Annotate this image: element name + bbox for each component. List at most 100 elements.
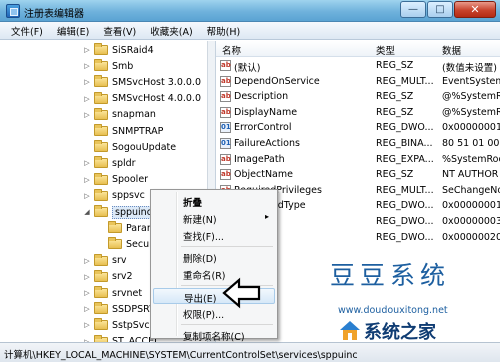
tree-item[interactable]: ▷ ST_ACCEL bbox=[82, 334, 159, 342]
expand-arrow-icon[interactable]: ▷ bbox=[82, 305, 92, 313]
value-data: (数值未设置) bbox=[442, 63, 497, 74]
value-data: SeChangeNo bbox=[442, 184, 500, 196]
value-row[interactable]: ab ImagePath REG_EXPA... %SystemRoo bbox=[216, 152, 500, 168]
window-controls: — □ ✕ bbox=[399, 1, 496, 18]
value-row[interactable]: ab DependOnService REG_MULT... EventSystem bbox=[216, 74, 500, 90]
tree-item[interactable]: ▷ SstpSvc bbox=[82, 317, 150, 333]
expand-arrow-icon[interactable]: ◢ bbox=[82, 208, 92, 216]
folder-icon bbox=[94, 172, 108, 185]
column-name[interactable]: 名称 bbox=[222, 43, 241, 57]
watermark-title: 豆豆系统 bbox=[330, 261, 451, 290]
tree-item[interactable]: ▷ srvnet bbox=[82, 285, 142, 301]
title-bar: 注册表编辑器 — □ ✕ bbox=[0, 0, 500, 22]
value-name: Description bbox=[234, 91, 289, 103]
tree-item[interactable]: ▷ sppsvc bbox=[82, 188, 145, 204]
tree-item[interactable]: SNMPTRAP bbox=[82, 123, 163, 139]
value-type: REG_SZ bbox=[376, 91, 414, 103]
context-menu-label: 新建(N) bbox=[183, 215, 217, 226]
folder-icon bbox=[108, 221, 122, 234]
value-row[interactable]: 01 ErrorControl REG_DWO... 0x00000001 bbox=[216, 120, 500, 136]
expand-arrow-icon[interactable]: ▷ bbox=[82, 176, 92, 184]
value-row[interactable]: abDisplayName REG_SZ @%SystemRo bbox=[216, 105, 500, 121]
close-button[interactable]: ✕ bbox=[454, 1, 496, 18]
status-bar: 计算机\HKEY_LOCAL_MACHINE\SYSTEM\CurrentCon… bbox=[0, 342, 500, 362]
tree-item-label: SNMPTRAP bbox=[112, 125, 164, 137]
value-type: REG_BINA... bbox=[376, 138, 433, 149]
expand-arrow-icon[interactable]: ▷ bbox=[82, 159, 92, 167]
value-row[interactable]: ab ObjectName REG_SZ NT AUTHOR bbox=[216, 167, 500, 183]
tree-item[interactable]: ▷ SMSvcHost 4.0.0.0 bbox=[82, 91, 201, 107]
folder-icon bbox=[94, 253, 108, 266]
maximize-icon: □ bbox=[435, 4, 445, 15]
folder-icon bbox=[94, 188, 108, 201]
expand-arrow-icon[interactable]: ▷ bbox=[82, 46, 92, 54]
folder-icon bbox=[94, 156, 108, 169]
value-row[interactable]: abDescription REG_SZ @%SystemRoo bbox=[216, 89, 500, 105]
expand-arrow-icon[interactable]: ▷ bbox=[82, 78, 92, 86]
context-menu-label: 导出(E) bbox=[184, 294, 217, 305]
tree-item-label: SogouUpdate bbox=[112, 141, 177, 153]
tree-item[interactable]: ▷ srv bbox=[82, 253, 126, 269]
context-menu-item[interactable]: 查找(F)... bbox=[153, 227, 275, 243]
value-row[interactable]: ab (默认) REG_SZ (数值未设置) bbox=[216, 58, 500, 74]
binary-value-icon: 01 bbox=[220, 122, 231, 134]
tree-item[interactable]: ▷ snapman bbox=[82, 107, 156, 123]
value-data: EventSystem bbox=[442, 75, 500, 87]
menu-view[interactable]: 查看(V) bbox=[96, 24, 143, 38]
menu-favorites[interactable]: 收藏夹(A) bbox=[143, 24, 199, 38]
maximize-button[interactable]: □ bbox=[427, 1, 453, 18]
tree-item[interactable]: ▷ Spooler bbox=[82, 172, 148, 188]
status-path: 计算机\HKEY_LOCAL_MACHINE\SYSTEM\CurrentCon… bbox=[4, 350, 358, 361]
string-value-icon: ab bbox=[220, 60, 231, 71]
tree-item[interactable]: ▷ Smb bbox=[82, 58, 133, 74]
expand-arrow-icon[interactable]: ▷ bbox=[82, 192, 92, 200]
menu-separator bbox=[181, 324, 273, 325]
tree-item-label: srv bbox=[112, 255, 127, 267]
value-type: REG_DWO... bbox=[376, 200, 434, 212]
watermark-brand: 系统之家 bbox=[364, 322, 436, 343]
value-name: ObjectName bbox=[234, 169, 293, 181]
value-type: REG_DWO... bbox=[376, 122, 434, 134]
tree-item[interactable]: SogouUpdate bbox=[82, 139, 176, 155]
value-type: REG_DWO... bbox=[376, 216, 434, 227]
column-type[interactable]: 类型 bbox=[376, 43, 395, 57]
folder-icon bbox=[94, 59, 108, 72]
value-data: @%SystemRo bbox=[442, 106, 500, 118]
expand-arrow-icon[interactable]: ▷ bbox=[82, 257, 92, 265]
expand-arrow-icon[interactable]: ▷ bbox=[82, 95, 92, 103]
minimize-button[interactable]: — bbox=[400, 1, 426, 18]
folder-icon bbox=[94, 140, 108, 153]
tree-item[interactable]: ▷ SMSvcHost 3.0.0.0 bbox=[82, 74, 201, 90]
value-name: (默认) bbox=[234, 63, 261, 74]
expand-arrow-icon[interactable]: ▷ bbox=[82, 273, 92, 281]
context-menu-item[interactable]: 复制项名称(C) bbox=[153, 327, 275, 343]
tree-item[interactable]: ▷ srv2 bbox=[82, 269, 133, 285]
menu-edit[interactable]: 编辑(E) bbox=[50, 24, 96, 38]
menu-file[interactable]: 文件(F) bbox=[4, 24, 50, 38]
context-menu-item[interactable]: 折叠 bbox=[153, 193, 275, 209]
string-value-icon: ab bbox=[220, 153, 231, 165]
context-menu-item[interactable]: 删除(D) bbox=[153, 249, 275, 265]
column-data[interactable]: 数据 bbox=[442, 43, 461, 57]
value-row[interactable]: 01 FailureActions REG_BINA... 80 51 01 00 bbox=[216, 136, 500, 152]
tree-item-label: Spooler bbox=[112, 174, 149, 186]
folder-icon bbox=[94, 107, 108, 120]
value-type: REG_SZ bbox=[376, 106, 414, 118]
minimize-icon: — bbox=[408, 4, 418, 15]
tree-item-label: spldr bbox=[112, 157, 136, 169]
expand-arrow-icon[interactable]: ▷ bbox=[82, 62, 92, 70]
expand-arrow-icon[interactable]: ▷ bbox=[82, 289, 92, 297]
tree-item-label: srvnet bbox=[112, 287, 143, 299]
menu-bar: 文件(F) 编辑(E) 查看(V) 收藏夹(A) 帮助(H) bbox=[0, 22, 500, 40]
menu-help[interactable]: 帮助(H) bbox=[200, 24, 248, 38]
tree-item[interactable]: ▷ SiSRaid4 bbox=[82, 42, 154, 58]
expand-arrow-icon[interactable]: ▷ bbox=[82, 321, 92, 329]
tree-item[interactable]: ▷ spldr bbox=[82, 155, 136, 171]
context-menu-item[interactable]: 新建(N) ▸ bbox=[153, 210, 275, 226]
context-menu-label: 删除(D) bbox=[183, 254, 217, 265]
expand-arrow-icon[interactable]: ▷ bbox=[82, 111, 92, 119]
string-value-icon: ab bbox=[220, 106, 231, 118]
tree-item[interactable]: ▷ SSDPSRV bbox=[82, 301, 156, 317]
context-menu-label: 折叠 bbox=[183, 198, 203, 209]
list-header: 名称 类型 数据 bbox=[216, 41, 500, 57]
